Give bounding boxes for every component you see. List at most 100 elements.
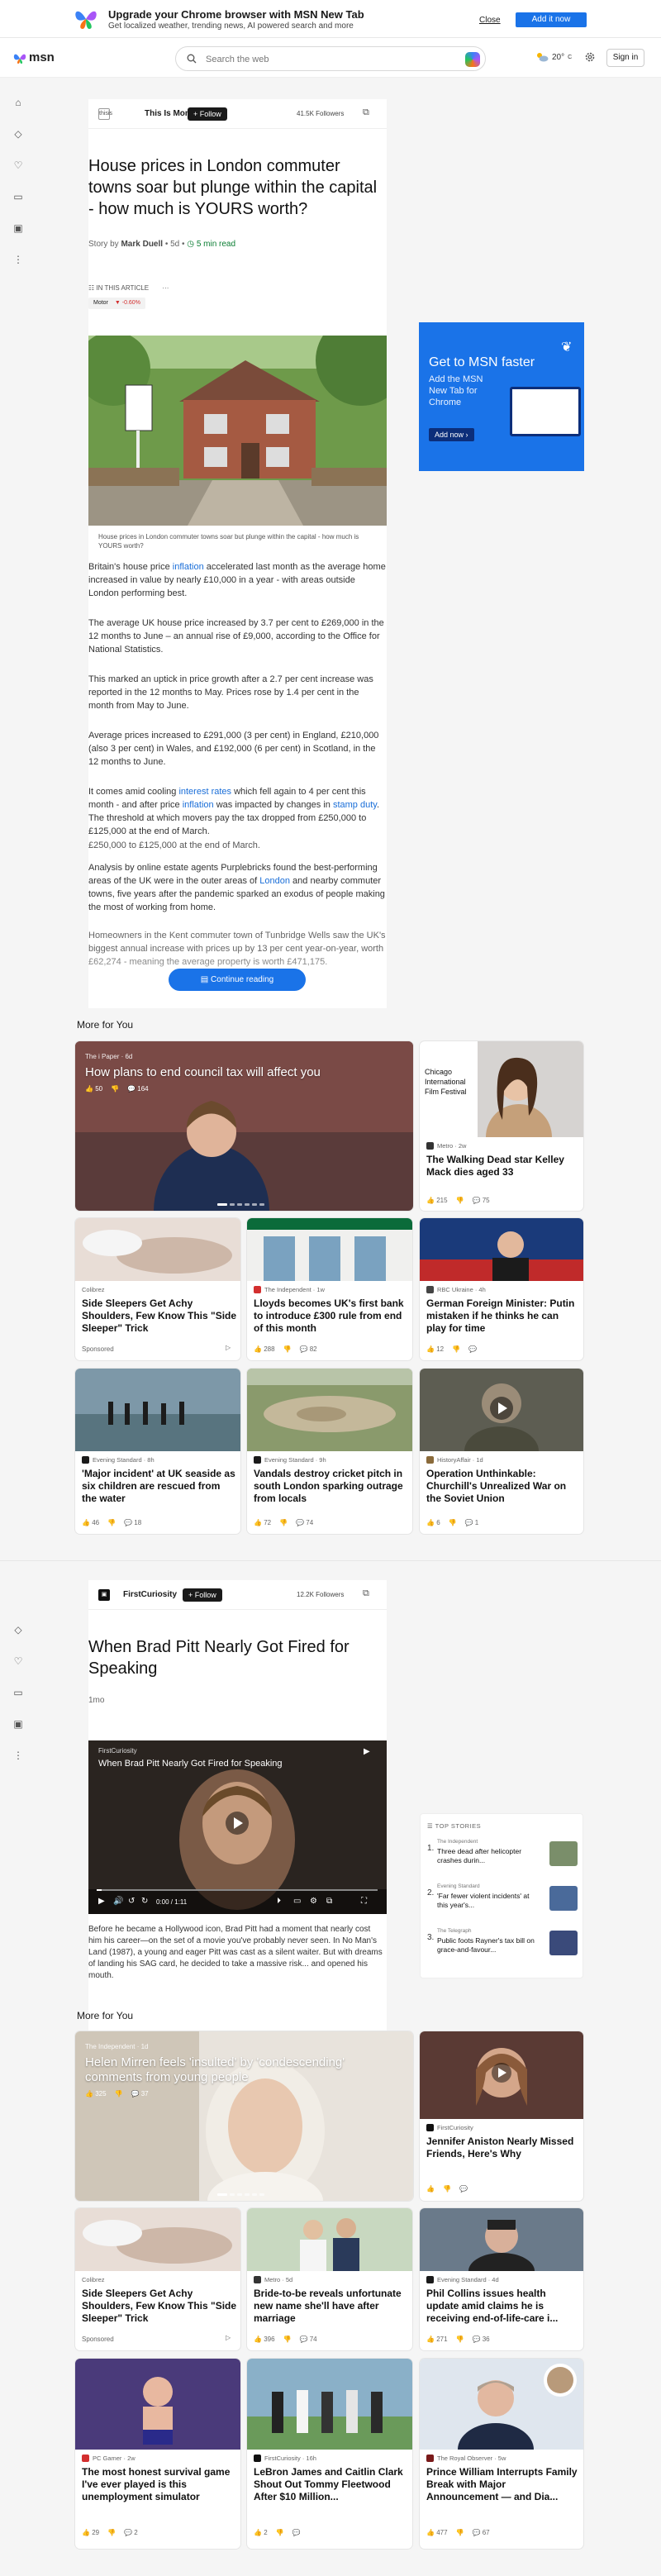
comment-icon[interactable]: 💬 1	[465, 1519, 479, 1526]
publisher-logo[interactable]: thisis	[98, 108, 112, 120]
like-icon[interactable]: 👍 46	[82, 1519, 99, 1526]
copilot-icon[interactable]	[465, 52, 480, 67]
open-external-icon[interactable]: ⧉	[363, 1588, 369, 1599]
play-icon[interactable]: ▶	[98, 1897, 105, 1906]
like-icon[interactable]: 👍 72	[254, 1519, 271, 1526]
like-icon[interactable]: 👍 50	[85, 1085, 102, 1093]
banner-close-link[interactable]: Close	[479, 16, 501, 25]
msn-new-tab-ad[interactable]: ❦ Get to MSN faster Add the MSN New Tab …	[419, 322, 584, 471]
dislike-icon[interactable]: 👎	[276, 2529, 284, 2536]
news-card[interactable]: Chicago International Film Festival Metr…	[420, 1041, 583, 1211]
add-it-now-button[interactable]: Add it now	[516, 12, 587, 27]
like-icon[interactable]: 👍 271	[426, 2336, 448, 2343]
like-icon[interactable]: 👍 6	[426, 1519, 440, 1526]
stamp-duty-link[interactable]: stamp duty	[333, 800, 377, 810]
house-photo[interactable]	[88, 336, 387, 526]
dislike-icon[interactable]: 👎	[107, 1519, 116, 1526]
settings-gear-icon[interactable]	[584, 51, 596, 63]
msn-logo[interactable]: msn	[13, 50, 55, 64]
news-card[interactable]: Evening Standard · 9h Vandals destroy cr…	[247, 1369, 412, 1534]
video-player[interactable]: FirstCuriosity When Brad Pitt Nearly Got…	[88, 1740, 387, 1914]
featured-card[interactable]: The i Paper · 6d How plans to end counci…	[75, 1041, 413, 1211]
like-icon[interactable]: 👍 477	[426, 2529, 448, 2536]
video-card[interactable]: HistoryAffair · 1d Operation Unthinkable…	[420, 1369, 583, 1534]
top-story-item[interactable]: 1. The Independent Three dead after heli…	[427, 1839, 579, 1877]
dislike-icon[interactable]: 👎	[115, 2090, 123, 2097]
like-icon[interactable]: 👍	[426, 2185, 435, 2193]
like-icon[interactable]: 👍 29	[82, 2529, 99, 2536]
london-link[interactable]: London	[259, 876, 290, 886]
forward-icon[interactable]: ↻	[141, 1897, 148, 1906]
more-icon[interactable]: ···	[162, 284, 169, 292]
carousel-pager[interactable]	[217, 2193, 267, 2198]
comment-icon[interactable]: 💬 82	[300, 1345, 317, 1353]
dislike-icon[interactable]: 👎	[111, 1085, 119, 1093]
continue-reading-button[interactable]: ▤ Continue reading	[169, 969, 306, 991]
volume-icon[interactable]: 🔊	[113, 1897, 123, 1906]
captions-icon[interactable]: ▭	[293, 1897, 301, 1906]
add-now-button[interactable]: Add now ›	[429, 428, 474, 441]
news-card[interactable]: Metro · 5d Bride-to-be reveals unfortuna…	[247, 2208, 412, 2350]
top-story-item[interactable]: 3. The Telegraph Public foots Rayner's t…	[427, 1928, 579, 1966]
follow-button[interactable]: + Follow	[183, 1588, 222, 1602]
ribbon-icon[interactable]: ♡	[8, 155, 28, 175]
fullscreen-icon[interactable]: ⛶	[361, 1897, 367, 1906]
sponsored-card[interactable]: Colibrez Side Sleepers Get Achy Shoulder…	[75, 2208, 240, 2350]
chat-icon[interactable]: ▭	[8, 187, 28, 207]
dislike-icon[interactable]: 👎	[452, 1345, 460, 1353]
carousel-pager[interactable]	[217, 1203, 267, 1208]
sign-in-button[interactable]: Sign in	[606, 49, 644, 67]
like-icon[interactable]: 👍 12	[426, 1345, 444, 1353]
dislike-icon[interactable]: 👎	[107, 2529, 116, 2536]
comment-icon[interactable]: 💬 67	[473, 2529, 490, 2536]
comment-icon[interactable]: 💬	[459, 2185, 468, 2193]
home-icon[interactable]: ⌂	[8, 93, 28, 112]
news-card[interactable]: The Royal Observer · 5w Prince William I…	[420, 2359, 583, 2549]
sponsored-card[interactable]: Colibrez Side Sleepers Get Achy Shoulder…	[75, 1218, 240, 1360]
lightbulb-icon[interactable]: ◇	[8, 124, 28, 144]
like-icon[interactable]: 👍 325	[85, 2090, 107, 2097]
like-icon[interactable]: 👍 215	[426, 1197, 448, 1204]
lightbulb-icon[interactable]: ◇	[8, 1620, 28, 1640]
dislike-icon[interactable]: 👎	[443, 2185, 451, 2193]
follow-button[interactable]: + Follow	[188, 107, 227, 121]
chat-icon[interactable]: ▭	[8, 1683, 28, 1702]
rewind-icon[interactable]: ↺	[128, 1897, 135, 1906]
dislike-icon[interactable]: 👎	[283, 2336, 292, 2343]
stock-chip[interactable]: Motor ▼ -0.60%	[88, 298, 145, 309]
comment-icon[interactable]: 💬 74	[296, 1519, 313, 1526]
dislike-icon[interactable]: 👎	[456, 1197, 464, 1204]
comment-icon[interactable]: 💬	[292, 2529, 301, 2536]
dislike-icon[interactable]: 👎	[283, 1345, 292, 1353]
comment-icon[interactable]: 💬 37	[131, 2090, 149, 2097]
more-options-icon[interactable]: ⋮	[8, 1745, 28, 1765]
search-box[interactable]: Search the web	[175, 46, 486, 71]
play-next-icon[interactable]: ⏵	[277, 1897, 281, 1906]
ad-choices-icon[interactable]: ▷	[226, 2334, 231, 2341]
news-card[interactable]: RBC Ukraine · 4h German Foreign Minister…	[420, 1218, 583, 1360]
news-card[interactable]: Evening Standard · 8h 'Major incident' a…	[75, 1369, 240, 1534]
like-icon[interactable]: 👍 396	[254, 2336, 275, 2343]
comment-icon[interactable]: 💬 36	[473, 2336, 490, 2343]
publisher-logo-icon[interactable]: ▣	[98, 1589, 110, 1601]
interest-rates-link[interactable]: interest rates	[178, 787, 231, 797]
comment-icon[interactable]: 💬 2	[124, 2529, 138, 2536]
dislike-icon[interactable]: 👎	[449, 1519, 457, 1526]
dislike-icon[interactable]: 👎	[456, 2529, 464, 2536]
inflation-link[interactable]: inflation	[183, 800, 214, 810]
video-card[interactable]: FirstCuriosity Jennifer Aniston Nearly M…	[420, 2031, 583, 2201]
news-card[interactable]: Evening Standard · 4d Phil Collins issue…	[420, 2208, 583, 2350]
featured-card[interactable]: The Independent · 1d Helen Mirren feels …	[75, 2031, 413, 2201]
settings-icon[interactable]: ⚙	[310, 1897, 317, 1906]
search-input[interactable]: Search the web	[206, 55, 269, 64]
ad-choices-icon[interactable]: ▷	[226, 1344, 231, 1351]
comment-icon[interactable]: 💬	[468, 1345, 477, 1353]
open-external-icon[interactable]: ⧉	[363, 107, 369, 118]
news-card[interactable]: PC Gamer · 2w The most honest survival g…	[75, 2359, 240, 2549]
like-icon[interactable]: 👍 2	[254, 2529, 268, 2536]
gallery-icon[interactable]: ▣	[8, 218, 28, 238]
comment-icon[interactable]: 💬 74	[300, 2336, 317, 2343]
author-link[interactable]: Mark Duell	[121, 240, 163, 249]
news-card[interactable]: The Independent · 1w Lloyds becomes UK's…	[247, 1218, 412, 1360]
pip-icon[interactable]: ⧉	[326, 1897, 332, 1906]
